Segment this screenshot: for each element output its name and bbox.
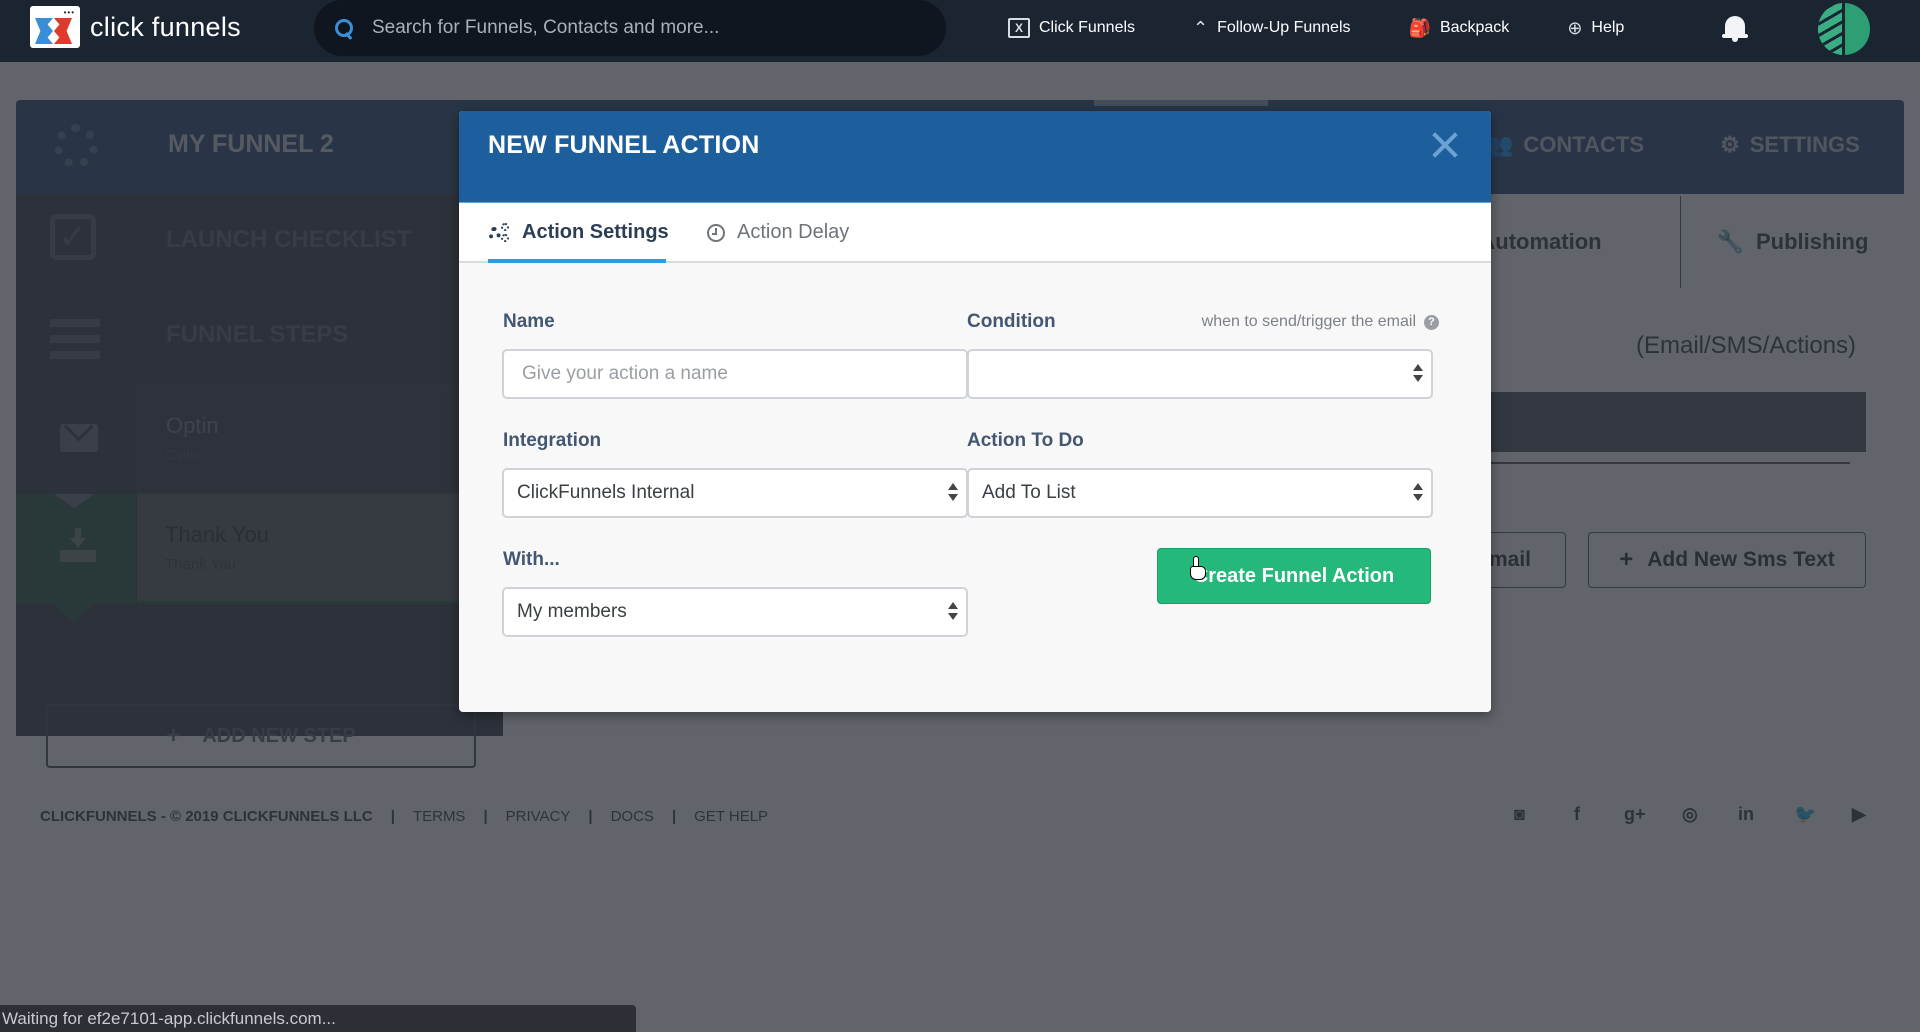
hint-text: when to send/trigger the email — [1201, 313, 1416, 330]
tab-action-delay[interactable]: Action Delay — [707, 221, 849, 244]
condition-select[interactable] — [967, 349, 1433, 399]
question-circle-icon[interactable]: ? — [1424, 314, 1439, 330]
search-icon — [334, 18, 354, 38]
nav-links: X Click Funnels ⌃ Follow-Up Funnels 🎒 Ba… — [1008, 0, 1682, 56]
action-to-do-select[interactable]: Add To List — [967, 468, 1433, 518]
condition-hint: when to send/trigger the email ? — [1202, 313, 1439, 331]
select-value: ClickFunnels Internal — [517, 482, 695, 503]
step-connector — [54, 494, 94, 508]
clickfunnels-logo-icon: ••• — [30, 6, 80, 48]
nav-link-label: Help — [1591, 19, 1625, 36]
gears-icon — [488, 222, 510, 243]
nav-link-label: Follow-Up Funnels — [1217, 19, 1351, 36]
top-nav: ••• click funnels X Click Funnels ⌃ Foll… — [0, 0, 1920, 62]
with-select[interactable]: My members — [502, 587, 968, 637]
global-search[interactable] — [314, 0, 946, 56]
name-label: Name — [503, 311, 555, 332]
tab-label: Action Delay — [737, 221, 850, 243]
active-tab-underline — [488, 259, 666, 263]
browser-status-bar: Waiting for ef2e7101-app.clickfunnels.co… — [0, 1005, 636, 1032]
clock-icon — [707, 223, 725, 242]
avatar[interactable] — [1818, 3, 1870, 55]
double-chevron-up-icon: ⌃ — [1193, 17, 1209, 38]
backpack-icon: 🎒 — [1408, 17, 1431, 38]
condition-label: Condition — [967, 311, 1056, 332]
modal-tabs: Action Settings Action Delay — [459, 203, 1491, 263]
new-funnel-action-modal: NEW FUNNEL ACTION Action Settings Action… — [459, 111, 1491, 712]
tab-action-settings[interactable]: Action Settings — [488, 221, 669, 244]
select-value: My members — [517, 601, 627, 622]
select-value: Add To List — [982, 482, 1076, 503]
clickfunnels-logo[interactable]: ••• click funnels — [30, 6, 241, 48]
logo-text: click funnels — [90, 11, 241, 42]
with-label: With... — [503, 549, 560, 570]
name-input[interactable] — [502, 349, 968, 399]
bell-icon[interactable] — [1722, 14, 1748, 42]
select-arrows-icon — [1413, 483, 1423, 503]
nav-link-help[interactable]: ⊕ Help — [1567, 18, 1624, 39]
integration-label: Integration — [503, 430, 602, 451]
lifebuoy-icon: ⊕ — [1567, 17, 1583, 38]
modal-title: NEW FUNNEL ACTION — [488, 131, 760, 159]
button-label: Create Funnel Action — [1193, 564, 1395, 587]
modal-header: NEW FUNNEL ACTION — [459, 111, 1491, 203]
select-arrows-icon — [948, 602, 958, 622]
action-to-do-label: Action To Do — [967, 430, 1084, 451]
nav-link-label: Click Funnels — [1039, 19, 1136, 36]
nav-link-follow-up-funnels[interactable]: ⌃ Follow-Up Funnels — [1193, 18, 1350, 39]
close-icon[interactable] — [1431, 131, 1459, 159]
search-input[interactable] — [372, 17, 912, 39]
integration-select[interactable]: ClickFunnels Internal — [502, 468, 968, 518]
tab-label: Action Settings — [522, 221, 669, 243]
select-arrows-icon — [948, 483, 958, 503]
clickfunnels-icon: X — [1008, 18, 1030, 38]
nav-link-click-funnels[interactable]: X Click Funnels — [1008, 18, 1135, 38]
nav-link-backpack[interactable]: 🎒 Backpack — [1409, 18, 1510, 39]
nav-link-label: Backpack — [1439, 19, 1510, 36]
hand-cursor-icon — [1188, 556, 1208, 582]
select-arrows-icon — [1413, 364, 1423, 384]
